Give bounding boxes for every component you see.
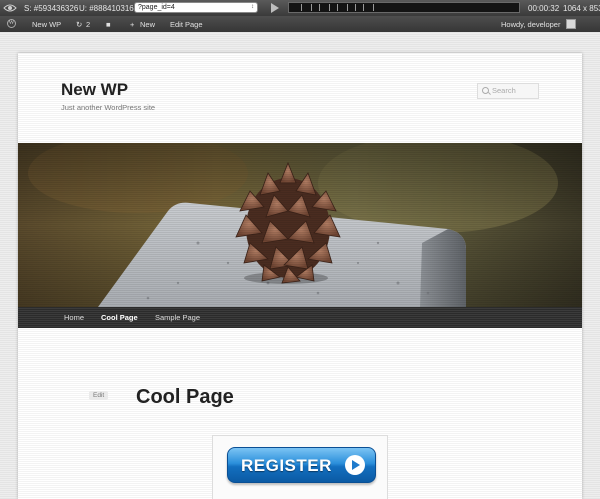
timeline-tick [363, 4, 364, 11]
admin-bar-edit-page[interactable]: Edit Page [170, 20, 203, 29]
search-input[interactable]: Search [477, 83, 539, 99]
search-placeholder: Search [492, 86, 516, 95]
play-icon[interactable] [271, 3, 279, 13]
play-circle-icon [345, 455, 365, 475]
admin-bar-greeting[interactable]: Howdy, developer [501, 20, 560, 29]
nav-item-sample-page[interactable]: Sample Page [155, 313, 200, 322]
admin-bar-site-name[interactable]: New WP [32, 20, 61, 29]
nav-item-cool-page[interactable]: Cool Page [101, 313, 138, 322]
viewport-dimensions: 1064 x 853 [563, 4, 600, 13]
eye-icon[interactable] [3, 2, 17, 14]
site-description: Just another WordPress site [61, 103, 156, 112]
session-id: S: #593436326 [24, 4, 79, 13]
timeline-tick [337, 4, 338, 11]
register-button[interactable]: REGISTER [227, 447, 376, 483]
url-select[interactable]: ?page_id=4 ↕ [134, 2, 258, 13]
updates-icon[interactable]: ↻ [76, 20, 82, 29]
main-nav: Home Cool Page Sample Page [18, 307, 582, 328]
admin-bar-new[interactable]: New [140, 20, 155, 29]
search-icon [482, 87, 489, 94]
updates-count[interactable]: 2 [86, 20, 90, 29]
session-recorder-toolbar: S: #593436326 U: #888410316 ?page_id=4 ↕… [0, 0, 600, 16]
timeline-tick [319, 4, 320, 11]
user-id: U: #888410316 [79, 4, 134, 13]
avatar[interactable] [566, 19, 576, 29]
url-select-value: ?page_id=4 [138, 4, 175, 11]
timeline-tick [373, 4, 374, 11]
comments-icon[interactable]: ■ [106, 20, 111, 29]
nav-item-home[interactable]: Home [64, 313, 84, 322]
timeline-tick [311, 4, 312, 11]
timeline-tick [355, 4, 356, 11]
playback-timeline[interactable] [288, 2, 520, 13]
register-widget: REGISTER [212, 435, 388, 499]
wordpress-logo-icon[interactable]: W [7, 19, 16, 28]
timeline-tick [329, 4, 330, 11]
header-image [18, 143, 582, 307]
timeline-tick [347, 4, 348, 11]
edit-post-link[interactable]: Edit [89, 391, 109, 400]
select-arrows-icon: ↕ [251, 4, 254, 10]
elapsed-time: 00:00:32 [528, 4, 560, 13]
site-title[interactable]: New WP [61, 80, 128, 100]
plus-icon[interactable]: + [130, 20, 134, 29]
timeline-tick [301, 4, 302, 11]
site-page: New WP Just another WordPress site Searc… [18, 53, 582, 499]
wp-admin-bar: W New WP ↻ 2 ■ + New Edit Page Howdy, de… [0, 16, 600, 32]
entry-title: Cool Page [136, 386, 234, 408]
register-button-label: REGISTER [241, 456, 332, 475]
